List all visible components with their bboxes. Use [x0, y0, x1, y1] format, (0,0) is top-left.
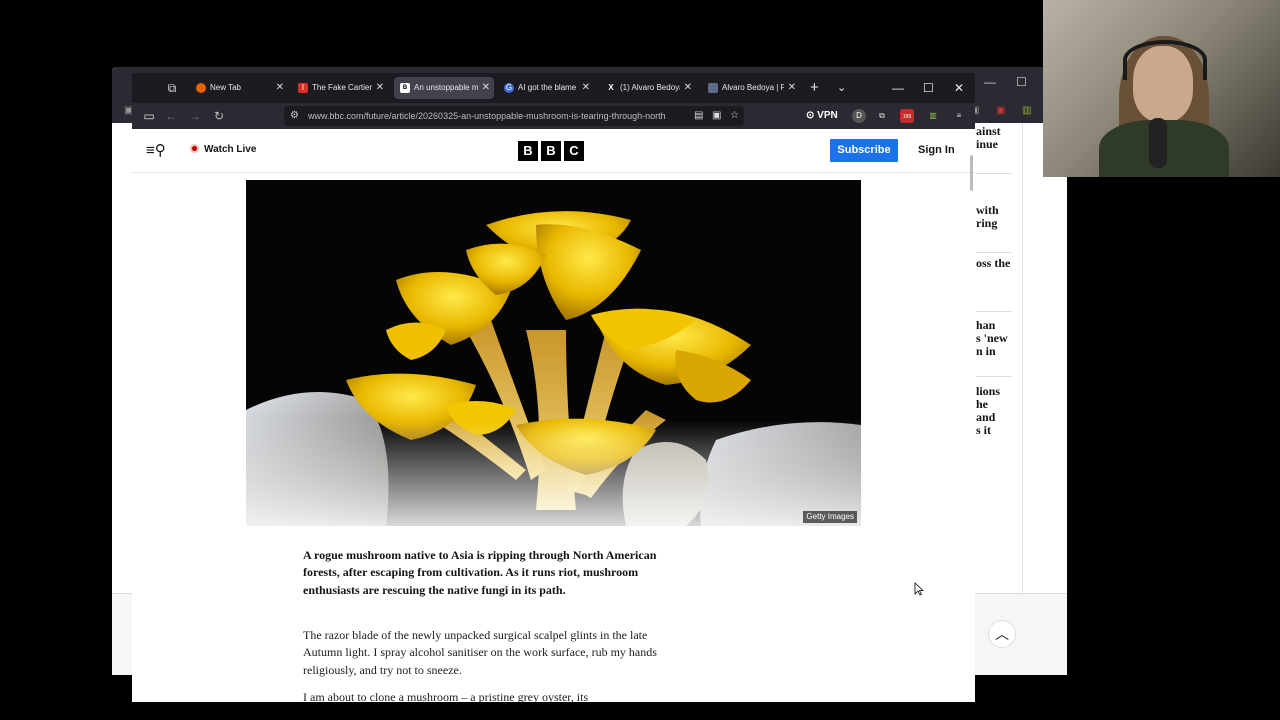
screenshot-icon[interactable]: ▣ [712, 109, 721, 123]
tab-title: (1) Alvaro Bedoya [620, 83, 680, 92]
close-icon[interactable]: ✕ [482, 77, 490, 99]
headline-fragment[interactable]: he [976, 398, 988, 410]
minimize-icon[interactable]: — [892, 78, 904, 98]
ext-badge: 189 [902, 114, 912, 120]
doc-icon [708, 83, 718, 93]
divider [976, 173, 1012, 174]
tab-bar: ⧉ New Tab ✕ I The Fake Cartier a ✕ B An … [132, 73, 975, 103]
divider [976, 376, 1012, 377]
back-to-top-button[interactable]: ︿ [988, 620, 1016, 648]
reload-icon[interactable]: ↻ [210, 107, 228, 125]
tab-title: An unstoppable m [414, 83, 478, 92]
headline-fragment[interactable]: ring [976, 217, 997, 229]
headline-fragment[interactable]: inue [976, 138, 998, 150]
vpn-label: VPN [817, 110, 838, 121]
logo-letter: C [564, 141, 584, 161]
watch-live-link[interactable]: Watch Live [190, 142, 256, 158]
headline-fragment[interactable]: with [976, 204, 999, 216]
mouse-cursor-icon [914, 582, 924, 596]
shield-icon[interactable]: ▣ [996, 105, 1005, 116]
navigation-bar: ▭ ← → ↻ ⚙ www.bbc.com/future/article/202… [132, 103, 975, 129]
logo-letter: B [541, 141, 561, 161]
headline-fragment[interactable]: s 'new [976, 332, 1008, 344]
desktop: — ☐ ▣ ▣ ▣ ▥ ainst inue with ring oss the… [0, 0, 1280, 720]
live-dot-icon [190, 144, 199, 153]
close-icon[interactable]: ✕ [376, 77, 384, 99]
maximize-icon[interactable]: ☐ [923, 78, 934, 98]
bbc-logo[interactable]: BBC [518, 141, 587, 161]
headline-fragment[interactable]: oss the [976, 257, 1010, 269]
article-paragraph: The razor blade of the newly unpacked su… [303, 628, 657, 677]
equalizer-icon[interactable]: ▥ [1022, 105, 1031, 116]
equalizer-icon[interactable]: ▥ [926, 109, 940, 123]
menu-search-icon[interactable]: ≡⚲ [146, 141, 166, 161]
browser-window: ⧉ New Tab ✕ I The Fake Cartier a ✕ B An … [132, 73, 975, 702]
headline-fragment[interactable]: ainst [976, 125, 1001, 137]
bbc-icon: B [400, 83, 410, 93]
tab-title: AI got the blame f [518, 83, 578, 92]
logo-letter: B [518, 141, 538, 161]
tab-title: The Fake Cartier a [312, 83, 372, 92]
tab-ai-blame[interactable]: G AI got the blame f ✕ [498, 77, 594, 99]
tab-overview-icon[interactable]: ⧉ [165, 81, 179, 95]
divider [976, 252, 1012, 253]
microphone-icon [1149, 118, 1167, 168]
sign-in-link[interactable]: Sign In [918, 139, 955, 162]
scrollbar[interactable] [970, 155, 973, 191]
headline-fragment[interactable]: n in [976, 345, 996, 357]
g-icon: G [504, 83, 514, 93]
hero-image: Getty Images [246, 180, 861, 526]
bookmark-star-icon[interactable]: ☆ [730, 109, 739, 123]
headline-fragment[interactable]: han [976, 319, 995, 331]
page-content: ≡⚲ Watch Live BBC Subscribe Sign In Gett… [132, 129, 975, 702]
tab-alvaro-doc[interactable]: Alvaro Bedoya | Fe ✕ [702, 77, 800, 99]
subscribe-button[interactable]: Subscribe [830, 139, 898, 162]
hamburger-menu-icon[interactable]: ≡ [952, 109, 966, 123]
x-icon: X [608, 83, 614, 92]
chevron-down-icon[interactable]: ⌄ [837, 78, 846, 98]
tab-new-tab[interactable]: New Tab ✕ [190, 77, 288, 99]
firefox-icon [196, 83, 206, 93]
url-text[interactable]: www.bbc.com/future/article/20260325-an-u… [308, 106, 688, 126]
forward-arrow-icon[interactable]: → [186, 107, 204, 125]
headline-fragment[interactable]: lions [976, 385, 1000, 397]
reader-view-icon[interactable]: ▤ [694, 109, 703, 123]
background-headlines: ainst inue with ring oss the han s 'new … [974, 123, 1067, 593]
headset-icon [1123, 40, 1207, 80]
headline-fragment[interactable]: s it [976, 424, 991, 436]
article-lead: A rogue mushroom native to Asia is rippi… [303, 548, 657, 597]
shield-icon[interactable]: 189 [900, 109, 914, 123]
tab-x-alvaro[interactable]: X (1) Alvaro Bedoya ✕ [600, 77, 696, 99]
tab-bbc-article[interactable]: B An unstoppable m ✕ [394, 77, 494, 99]
address-bar[interactable]: ⚙ www.bbc.com/future/article/20260325-an… [284, 106, 744, 126]
tab-title: New Tab [210, 83, 241, 92]
extensions-puzzle-icon[interactable]: ⧉ [875, 109, 889, 123]
close-icon[interactable]: ✕ [582, 77, 590, 99]
mushroom-illustration [246, 180, 861, 526]
d-extension-icon[interactable]: D [852, 109, 866, 123]
sidebar-toggle-icon[interactable]: ▭ [140, 107, 158, 125]
close-window-icon[interactable]: ✕ [954, 78, 964, 98]
tab-title: Alvaro Bedoya | Fe [722, 83, 784, 92]
close-icon[interactable]: ✕ [788, 77, 796, 99]
chevron-up-icon: ︿ [995, 626, 1009, 642]
close-icon[interactable]: ✕ [684, 77, 692, 99]
site-info-icon[interactable]: ⚙ [290, 109, 302, 123]
back-arrow-icon[interactable]: ← [162, 107, 180, 125]
new-tab-button[interactable]: + [810, 78, 819, 98]
maximize-icon[interactable]: ☐ [1016, 75, 1027, 89]
minimize-icon[interactable]: — [984, 75, 996, 89]
bbc-header: ≡⚲ Watch Live BBC Subscribe Sign In [132, 129, 975, 173]
close-icon[interactable]: ✕ [276, 77, 284, 99]
divider [976, 311, 1012, 312]
article-paragraph: I am about to clone a mushroom – a prist… [303, 690, 589, 702]
red-i-icon: I [298, 83, 308, 93]
watch-live-label: Watch Live [204, 144, 257, 155]
headline-fragment[interactable]: and [976, 411, 995, 423]
tab-fake-cartier[interactable]: I The Fake Cartier a ✕ [292, 77, 388, 99]
webcam-overlay [1043, 0, 1280, 177]
column-divider [1022, 123, 1023, 593]
vpn-button[interactable]: ⊙ VPN [806, 108, 838, 124]
image-credit: Getty Images [803, 511, 857, 523]
